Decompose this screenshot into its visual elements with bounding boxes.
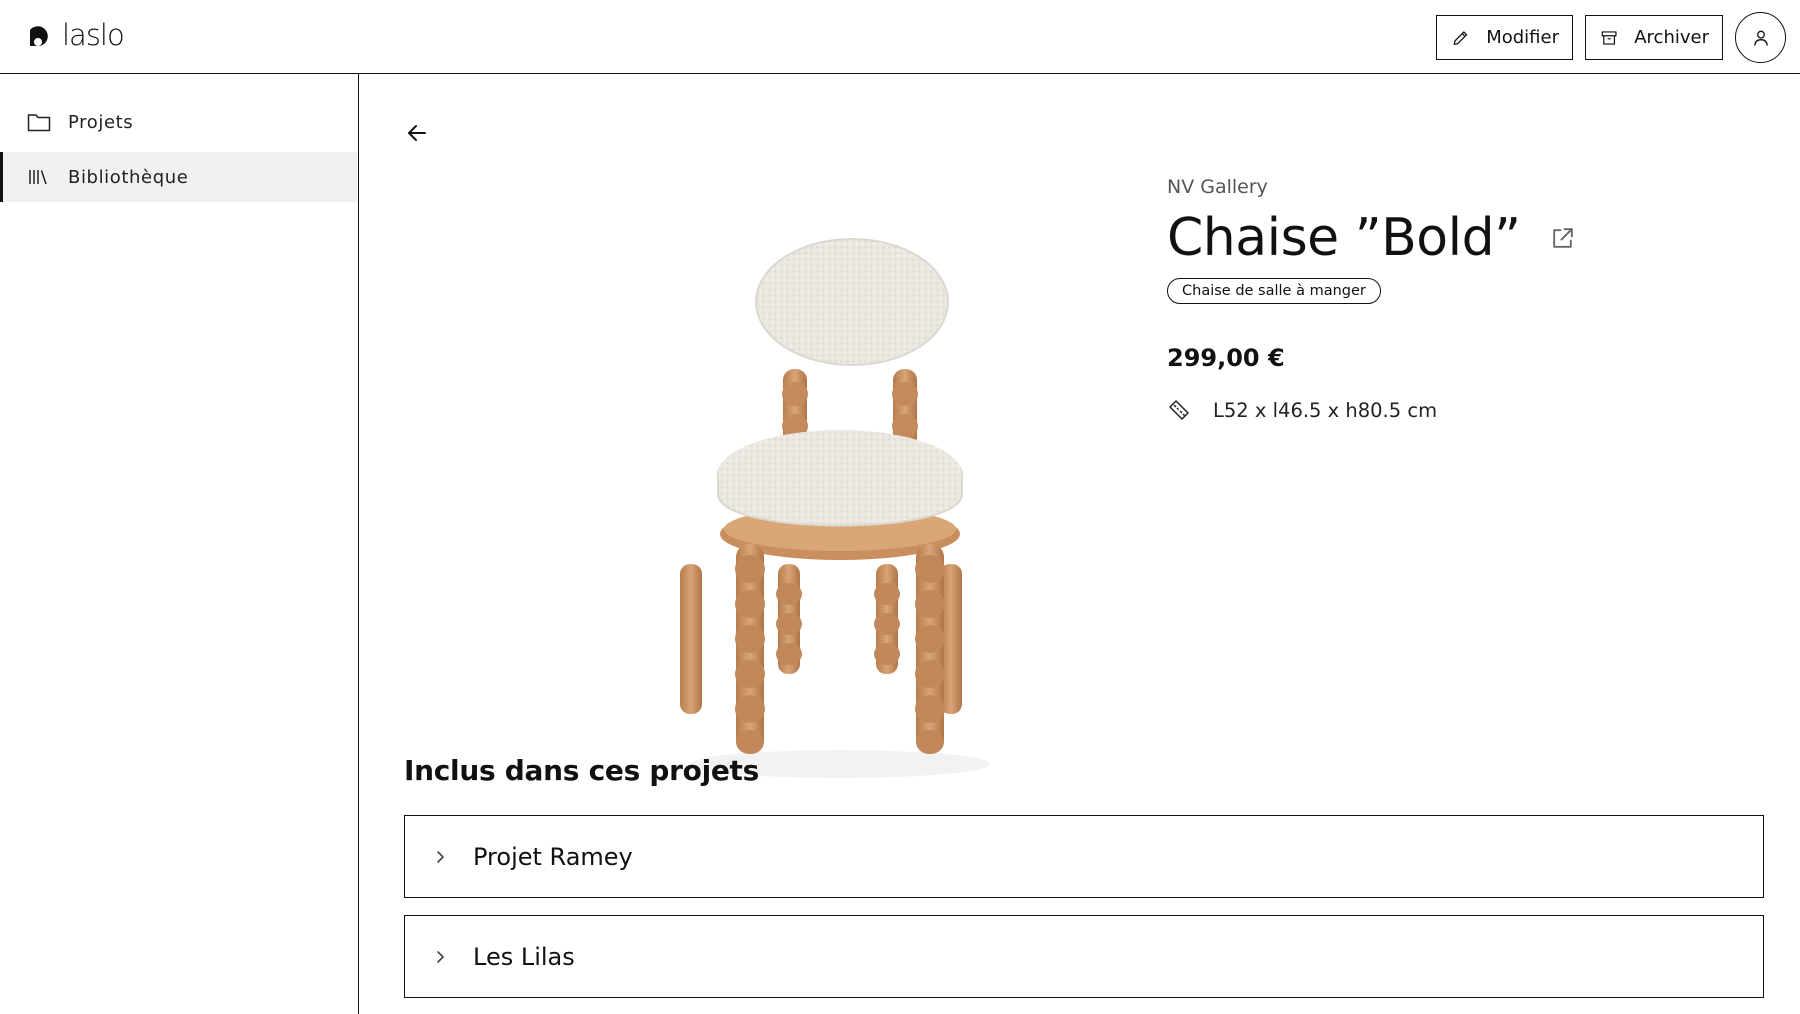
top-bar: laslo Modifier Archiver [0, 0, 1800, 74]
archive-button-label: Archiver [1634, 27, 1709, 48]
library-icon [29, 170, 47, 185]
project-row-ramey[interactable]: Projet Ramey [404, 815, 1764, 898]
product-title: Chaise ”Bold” [1167, 208, 1521, 268]
top-actions: Modifier Archiver [1436, 12, 1786, 63]
sidebar-item-label: Bibliothèque [68, 166, 189, 188]
edit-button-label: Modifier [1486, 27, 1559, 48]
chevron-right-icon [437, 850, 444, 863]
project-row-label: Les Lilas [473, 942, 575, 971]
edit-button[interactable]: Modifier [1436, 15, 1573, 60]
main-content: NV Gallery Chaise ”Bold” Chaise de salle… [360, 74, 1800, 1014]
logo-mark-icon [30, 26, 48, 46]
project-row-les-lilas[interactable]: Les Lilas [404, 915, 1764, 998]
product-info: NV Gallery Chaise ”Bold” Chaise de salle… [1167, 174, 1767, 422]
product-brand: NV Gallery [1167, 176, 1268, 198]
folder-icon [27, 114, 51, 132]
sidebar-item-label: Projets [68, 111, 134, 133]
pencil-icon [1453, 30, 1468, 45]
product-title-row: Chaise ”Bold” [1167, 208, 1767, 268]
sidebar: Projets Bibliothèque [0, 74, 359, 1014]
user-avatar-button[interactable] [1735, 12, 1786, 63]
back-arrow-icon[interactable] [404, 120, 430, 146]
external-link-icon[interactable] [1549, 225, 1576, 252]
user-icon [1753, 30, 1768, 46]
logo[interactable]: laslo [26, 18, 125, 52]
archive-box-icon [1601, 30, 1617, 45]
chevron-right-icon [437, 950, 444, 963]
dimensions-text: L52 x l46.5 x h80.5 cm [1213, 398, 1438, 422]
projects-section-title: Inclus dans ces projets [404, 754, 760, 787]
product-price: 299,00 € [1167, 344, 1285, 372]
logo-text: laslo [62, 18, 125, 52]
product-dimensions: L52 x l46.5 x h80.5 cm [1167, 398, 1767, 422]
sidebar-item-projets[interactable]: Projets [0, 97, 357, 147]
archive-button[interactable]: Archiver [1585, 15, 1723, 60]
category-tag: Chaise de salle à manger [1167, 278, 1381, 304]
project-row-label: Projet Ramey [473, 842, 633, 871]
product-image [680, 238, 990, 778]
sidebar-item-bibliotheque[interactable]: Bibliothèque [0, 152, 357, 202]
ruler-icon [1169, 400, 1189, 420]
